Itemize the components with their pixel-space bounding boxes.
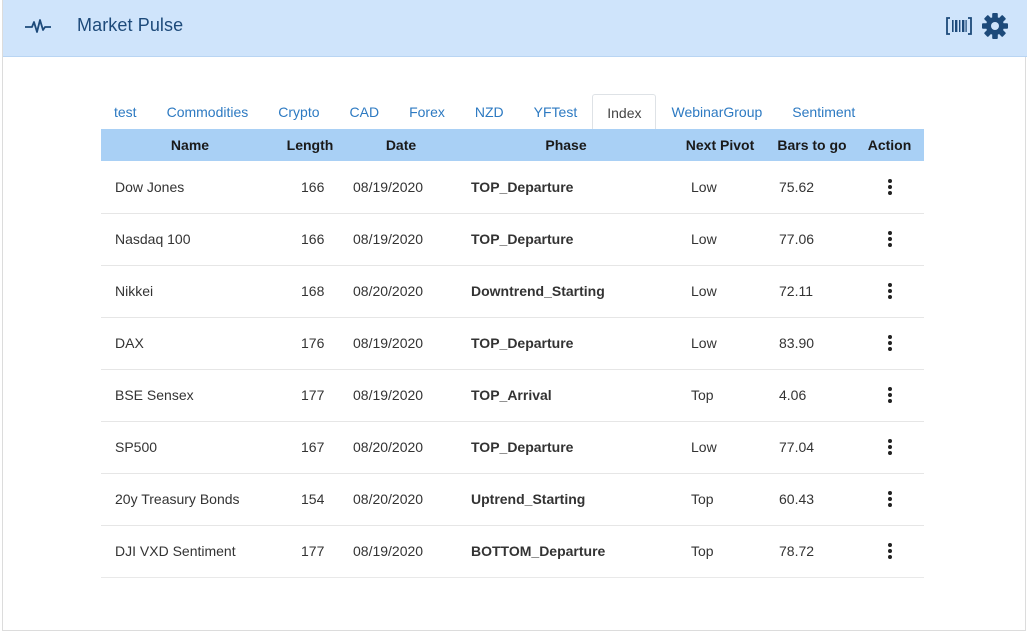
cell-name: BSE Sensex [101,369,279,422]
cell-action [855,369,924,422]
cell-next-pivot: Top [671,525,769,578]
cell-phase: BOTTOM_Departure [461,525,671,578]
pivot-table: Name Length Date Phase Next Pivot Bars t… [101,129,924,578]
table-row[interactable]: DJI VXD Sentiment 177 08/19/2020 BOTTOM_Dep… [101,525,924,578]
cell-length: 168 [279,265,341,318]
tab-crypto[interactable]: Crypto [263,93,334,129]
cell-length: 166 [279,213,341,266]
table-row[interactable]: Nasdaq 100 166 08/19/2020 TOP_Departure Low 7… [101,213,924,266]
cell-bars-to-go: 83.90 [769,317,855,370]
cell-action [855,421,924,474]
cell-action [855,265,924,318]
column-header-name[interactable]: Name [101,129,279,161]
cell-date: 08/19/2020 [341,213,461,266]
cell-length: 176 [279,317,341,370]
column-header-action: Action [867,137,912,153]
kebab-menu-icon[interactable] [882,230,898,248]
cell-action [855,161,924,214]
cell-phase: Downtrend_Starting [461,265,671,318]
cell-next-pivot: Low [671,317,769,370]
kebab-menu-icon[interactable] [882,178,898,195]
kebab-menu-icon[interactable] [882,490,898,508]
kebab-menu-icon[interactable] [882,542,898,560]
cell-name: Nikkei [101,265,279,318]
column-header-length[interactable]: Length [279,129,341,161]
tab-forex[interactable]: Forex [394,93,460,129]
app-frame: Market Pulse test Commodities Crypto CAD… [2,0,1027,631]
tab-index[interactable]: Index [592,94,657,130]
gear-icon[interactable] [981,12,1009,40]
table-row[interactable]: 20y Treasury Bonds 154 08/20/2020 Uptrend_S… [101,473,924,526]
cell-phase: TOP_Departure [461,161,671,214]
cell-name: DAX [101,317,279,370]
cell-action [855,213,924,266]
cell-next-pivot: Low [671,213,769,266]
barcode-icon[interactable] [946,15,972,37]
table-row[interactable]: DAX 176 08/19/2020 TOP_Departure Low 83.90 [101,317,924,370]
cell-bars-to-go: 60.43 [769,473,855,526]
app-title: Market Pulse [77,15,184,35]
cell-date: 08/19/2020 [341,525,461,578]
cell-bars-to-go: 72.11 [769,265,855,318]
table-header-row: Name Length Date Phase Next Pivot Bars t… [101,129,924,161]
kebab-menu-icon[interactable] [882,334,898,352]
tab-nzd[interactable]: NZD [460,93,519,129]
cell-length: 167 [279,421,341,474]
cell-next-pivot: Low [671,265,769,318]
cell-phase: Uptrend_Starting [461,473,671,526]
cell-name: DJI VXD Sentiment [101,525,279,578]
table-row[interactable]: BSE Sensex 177 08/19/2020 TOP_Arrival Top 4.0… [101,369,924,422]
cell-next-pivot: Low [671,161,769,214]
cell-action [855,525,924,578]
table-row[interactable]: SP500 167 08/20/2020 TOP_Departure Low 77.04 [101,421,924,474]
kebab-menu-icon[interactable] [882,282,898,300]
cell-name: 20y Treasury Bonds [101,473,279,526]
cell-bars-to-go: 75.62 [769,161,855,214]
cell-date: 08/20/2020 [341,421,461,474]
cell-name: SP500 [101,421,279,474]
kebab-menu-icon[interactable] [882,438,898,456]
tab-webinargroup[interactable]: WebinarGroup [656,93,777,129]
tab-test[interactable]: test [99,93,152,129]
table-row[interactable]: Dow Jones 166 08/19/2020 TOP_Departure Low 75… [101,161,924,214]
cell-next-pivot: Low [671,421,769,474]
column-header-date[interactable]: Date [341,129,461,161]
top-bar: Market Pulse [3,0,1027,57]
cell-action [855,473,924,526]
cell-date: 08/19/2020 [341,161,461,214]
cell-bars-to-go: 4.06 [769,369,855,422]
cell-action [855,317,924,370]
cell-phase: TOP_Arrival [461,369,671,422]
tab-sentiment[interactable]: Sentiment [777,93,870,129]
column-header-next-pivot[interactable]: Next Pivot [671,129,769,161]
cell-date: 08/20/2020 [341,473,461,526]
cell-next-pivot: Top [671,473,769,526]
cell-length: 177 [279,369,341,422]
cell-name: Nasdaq 100 [101,213,279,266]
pulse-icon [25,19,51,33]
tab-commodities[interactable]: Commodities [152,93,264,129]
cell-name: Dow Jones [101,161,279,214]
cell-bars-to-go: 77.06 [769,213,855,266]
tab-yftest[interactable]: YFTest [519,93,593,129]
kebab-menu-icon[interactable] [882,386,898,404]
cell-next-pivot: Top [671,369,769,422]
cell-phase: TOP_Departure [461,421,671,474]
tab-cad[interactable]: CAD [335,93,395,129]
column-header-phase[interactable]: Phase [461,129,671,161]
tab-bar: test Commodities Crypto CAD Forex NZD YF… [99,93,870,130]
cell-phase: TOP_Departure [461,213,671,266]
cell-date: 08/20/2020 [341,265,461,318]
cell-date: 08/19/2020 [341,369,461,422]
column-header-bars-to-go[interactable]: Bars to go [769,129,855,161]
cell-bars-to-go: 77.04 [769,421,855,474]
cell-length: 177 [279,525,341,578]
cell-date: 08/19/2020 [341,317,461,370]
cell-bars-to-go: 78.72 [769,525,855,578]
cell-phase: TOP_Departure [461,317,671,370]
table-row[interactable]: Nikkei 168 08/20/2020 Downtrend_Starting Low… [101,265,924,318]
cell-length: 166 [279,161,341,214]
cell-length: 154 [279,473,341,526]
